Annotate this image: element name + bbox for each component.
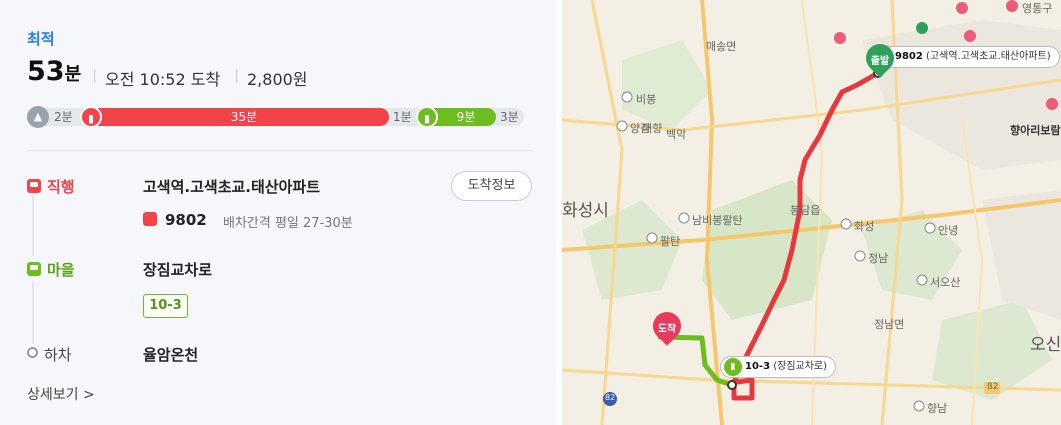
start-pin-label: 출발	[870, 56, 890, 67]
divider-2	[236, 69, 237, 83]
village-bus-mode-icon	[27, 262, 41, 276]
start-callout-bus: 9802	[895, 51, 923, 62]
total-time: 53분	[27, 54, 81, 93]
village-bus-icon: ▮	[416, 106, 438, 128]
leg-connector-2	[32, 282, 34, 344]
arrival-info-button[interactable]: 도착정보	[451, 171, 532, 201]
walk-icon: ▲	[27, 106, 49, 128]
leg-mode-village: 마을	[27, 259, 75, 280]
divider-1	[94, 69, 95, 83]
alight-label: 하차	[44, 346, 72, 364]
total-minutes: 53	[27, 56, 65, 87]
walk-segment-2: 1분	[393, 110, 412, 124]
map-label-bongdam: 봉담읍	[790, 204, 821, 217]
bus-interval: 배차간격 평일 27-30분	[223, 216, 353, 231]
leg-mode-label: 마을	[47, 261, 75, 279]
leg-mode-label: 직행	[47, 178, 75, 196]
alight-dot-icon	[27, 347, 38, 358]
section-divider	[27, 150, 533, 151]
bus-number[interactable]: 9802	[143, 211, 207, 229]
bus-icon: ▮	[80, 106, 102, 128]
walk-segment-1: 2분	[54, 110, 73, 124]
express-bus-icon	[27, 179, 41, 193]
bus-number-icon	[143, 212, 157, 226]
map-label-bibong: 비봉	[636, 93, 657, 106]
minutes-unit: 분	[64, 64, 82, 85]
leg-mode-express: 직행	[27, 176, 75, 197]
start-callout-stop: (고색역.고색초교.태산아파트)	[926, 51, 1051, 62]
boarding-stop: 고색역.고색초교.태산아파트	[143, 178, 320, 196]
map-label-yanggam: 양감	[630, 122, 651, 135]
transfer-callout-stop: (장짐교차로)	[773, 361, 828, 372]
map-label-hyangnam: 향남	[927, 402, 948, 415]
transfer-stop: 장짐교차로	[143, 261, 213, 279]
end-pin-label: 도착	[657, 324, 677, 335]
map-label-nambibong: 남비봉팔탄	[692, 214, 743, 227]
village-route-tag[interactable]: 10-3	[143, 294, 188, 318]
start-callout[interactable]: 9802 (고색역.고색초교.태산아파트)	[870, 46, 1060, 68]
map-label-hanghari: 향아리보람	[1010, 124, 1061, 137]
route-shield-82b: 82	[987, 382, 999, 392]
map-label-baegyak: 백악	[666, 128, 687, 141]
map-label-seoosan: 서오산	[930, 276, 961, 289]
map-label-paltan: 팔탄	[660, 235, 681, 248]
map-label-maesong: 매송면	[706, 40, 737, 53]
arrival-time: 오전 10:52 도착	[105, 70, 221, 89]
map-label-yeongtong: 영통구	[1022, 2, 1053, 15]
transfer-callout-bus: 10-3	[745, 361, 771, 372]
map-label-jeongnam-ic: 정남	[868, 252, 889, 265]
express-bus-duration: 35분	[230, 110, 258, 124]
walk-segment-3: 3분	[500, 110, 519, 124]
alight-stop: 율암온천	[143, 346, 199, 364]
transfer-bus-icon: ▮	[724, 358, 742, 376]
map-label-hwaseong-ic: 화성	[854, 220, 875, 233]
map-label-osan: 오신	[1030, 335, 1061, 355]
route-detail-panel: 최적 53분 오전 10:52 도착 2,800원 ▲ 2분 ▮ 35분 1분 …	[0, 0, 556, 425]
fare: 2,800원	[247, 70, 308, 89]
route-map[interactable]: 화성시 오신 매송면 봉담읍 정남면 향아리보람 비봉 매향 양감 백악 남비봉…	[562, 0, 1061, 425]
village-bus-duration: 9분	[456, 110, 476, 124]
details-link[interactable]: 상세보기 >	[27, 384, 95, 404]
route-shield-82a: 82	[605, 393, 616, 402]
map-label-jeongnam: 정남면	[874, 318, 905, 331]
leg-connector-1	[32, 196, 34, 256]
bus-number-text: 9802	[165, 211, 207, 229]
map-label-annyeong: 안녕	[938, 224, 959, 237]
optimal-badge: 최적	[27, 30, 55, 48]
map-label-hwaseong: 화성시	[562, 201, 609, 221]
